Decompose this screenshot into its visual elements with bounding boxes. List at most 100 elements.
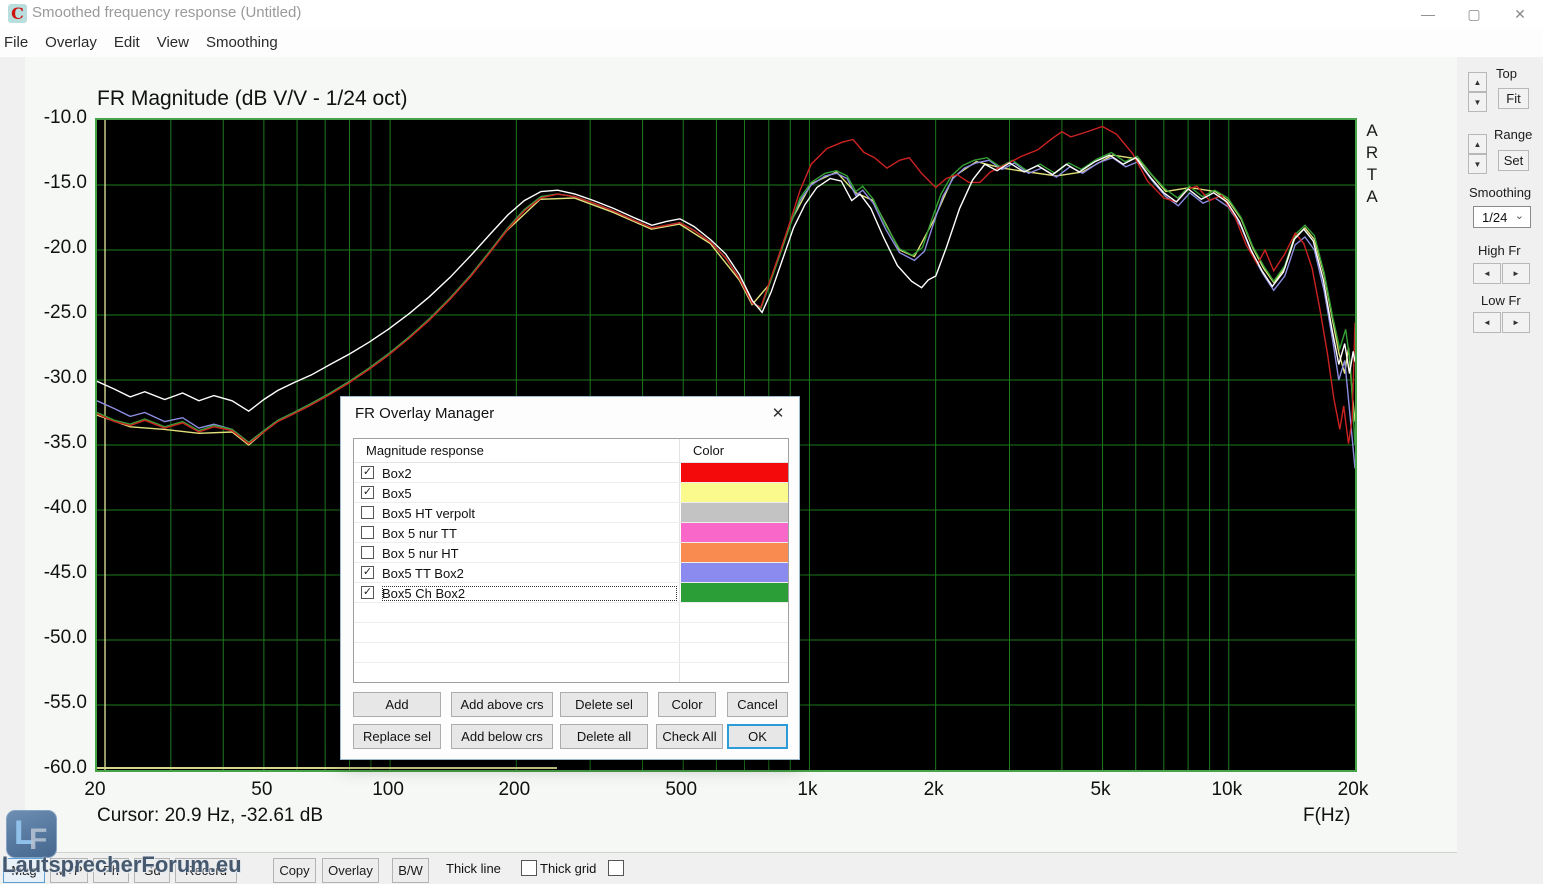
menu-item-view[interactable]: View <box>157 34 189 51</box>
app-icon: C <box>8 4 27 23</box>
overlay-row[interactable]: Box5 HT verpolt <box>354 503 788 523</box>
row-separator <box>354 682 788 683</box>
check-all-button[interactable]: Check All <box>656 724 723 749</box>
overlay-row[interactable]: ✓ Box5 <box>354 483 788 503</box>
overlay-color-swatch[interactable] <box>681 543 789 562</box>
down-arrow-icon: ▼ <box>1474 160 1482 169</box>
overlay-row[interactable]: Box 5 nur HT <box>354 543 788 563</box>
overlay-checkbox[interactable]: ✓ <box>361 486 374 499</box>
copy-button[interactable]: Copy <box>273 858 316 883</box>
overlay-row[interactable]: Box 5 nur TT <box>354 523 788 543</box>
maximize-button[interactable]: ▢ <box>1451 0 1497 28</box>
set-button[interactable]: Set <box>1498 150 1529 171</box>
overlay-checkbox[interactable] <box>361 546 374 559</box>
range-down-button[interactable]: ▼ <box>1468 154 1487 174</box>
overlay-label[interactable]: Box5 HT verpolt <box>382 506 677 521</box>
overlay-row[interactable]: ✓ Box5 TT Box2 <box>354 563 788 583</box>
top-down-button[interactable]: ▼ <box>1468 92 1487 112</box>
y-tick-label: -35.0 <box>25 432 87 454</box>
menu-item-smoothing[interactable]: Smoothing <box>206 34 278 51</box>
fr-overlay-manager-dialog: FR Overlay Manager ✕ Magnitude response … <box>340 396 800 760</box>
overlay-color-swatch[interactable] <box>681 523 789 542</box>
add-button[interactable]: Add <box>353 692 441 717</box>
overlay-list: Magnitude response Color ✓ Box2 ✓ Box5 Box5 … <box>353 438 789 683</box>
close-button[interactable]: ✕ <box>1497 0 1543 28</box>
overlay-checkbox[interactable]: ✓ <box>361 566 374 579</box>
menu-item-overlay[interactable]: Overlay <box>45 34 97 51</box>
y-tick-label: -45.0 <box>25 562 87 584</box>
thick-line-label: Thick line <box>446 861 501 876</box>
overlay-label[interactable]: Box5 Ch Box2 <box>382 586 677 601</box>
overlay-checkbox[interactable] <box>361 506 374 519</box>
menu-item-edit[interactable]: Edit <box>114 34 140 51</box>
y-tick-label: -50.0 <box>25 627 87 649</box>
bw-button[interactable]: B/W <box>392 858 429 883</box>
arta-letter: A <box>1361 186 1383 208</box>
cursor-readout: Cursor: 20.9 Hz, -32.61 dB <box>97 805 323 827</box>
up-arrow-icon: ▲ <box>1474 78 1482 87</box>
overlay-checkbox[interactable]: ✓ <box>361 586 374 599</box>
y-tick-label: -40.0 <box>25 497 87 519</box>
x-tick-label: 10k <box>1211 779 1242 801</box>
low-fr-right-button[interactable]: ► <box>1502 312 1530 333</box>
x-tick-label: 50 <box>251 779 272 801</box>
app-window: C Smoothed frequency response (Untitled)… <box>0 0 1543 884</box>
dialog-close-icon[interactable]: ✕ <box>767 403 789 423</box>
top-up-button[interactable]: ▲ <box>1468 72 1487 92</box>
overlay-label[interactable]: Box5 TT Box2 <box>382 566 677 581</box>
down-arrow-icon: ▼ <box>1474 98 1482 107</box>
delete-sel-button[interactable]: Delete sel <box>560 692 648 717</box>
high-fr-left-button[interactable]: ◄ <box>1473 263 1501 284</box>
thick-grid-checkbox[interactable] <box>608 860 624 876</box>
thick-grid-label: Thick grid <box>540 861 596 876</box>
overlay-color-swatch[interactable] <box>681 563 789 582</box>
right-arrow-icon: ► <box>1512 269 1520 278</box>
low-fr-left-button[interactable]: ◄ <box>1473 312 1501 333</box>
high-fr-right-button[interactable]: ► <box>1502 263 1530 284</box>
high-fr-label: High Fr <box>1478 243 1521 258</box>
overlay-checkbox[interactable]: ✓ <box>361 466 374 479</box>
x-tick-label: 500 <box>665 779 697 801</box>
fit-button[interactable]: Fit <box>1498 88 1529 109</box>
menu-item-file[interactable]: File <box>4 34 28 51</box>
empty-row <box>354 643 788 663</box>
overlay-label[interactable]: Box 5 nur HT <box>382 546 677 561</box>
color-button[interactable]: Color <box>658 692 716 717</box>
overlay-row[interactable]: ✓ Box2 <box>354 463 788 483</box>
minimize-button[interactable]: — <box>1405 0 1451 28</box>
ok-button[interactable]: OK <box>727 724 788 749</box>
overlay-color-swatch[interactable] <box>681 583 789 602</box>
arta-letter: R <box>1361 142 1383 164</box>
column-header-color: Color <box>693 443 724 458</box>
cancel-button[interactable]: Cancel <box>727 692 788 717</box>
empty-row <box>354 623 788 643</box>
overlay-label[interactable]: Box 5 nur TT <box>382 526 677 541</box>
range-up-button[interactable]: ▲ <box>1468 134 1487 154</box>
x-tick-label: 2k <box>924 779 944 801</box>
x-tick-label: 5k <box>1090 779 1110 801</box>
overlay-list-header: Magnitude response Color <box>354 439 788 463</box>
left-arrow-icon: ◄ <box>1483 269 1491 278</box>
watermark-text: LautsprecherForum.eu <box>2 852 242 878</box>
left-arrow-icon: ◄ <box>1483 318 1491 327</box>
overlay-label[interactable]: Box5 <box>382 486 677 501</box>
replace-sel-button[interactable]: Replace sel <box>353 724 441 749</box>
smoothing-select[interactable]: 1/24 ⌄ <box>1473 206 1531 228</box>
overlay-checkbox[interactable] <box>361 526 374 539</box>
empty-row <box>354 603 788 623</box>
thick-line-checkbox[interactable] <box>521 860 537 876</box>
lf-logo: L F <box>6 810 57 858</box>
overlay-label[interactable]: Box2 <box>382 466 677 481</box>
add-above-crs-button[interactable]: Add above crs <box>451 692 553 717</box>
x-axis-title: F(Hz) <box>1303 805 1350 827</box>
x-tick-label: 200 <box>498 779 530 801</box>
overlay-button[interactable]: Overlay <box>322 858 379 883</box>
delete-all-button[interactable]: Delete all <box>560 724 648 749</box>
up-arrow-icon: ▲ <box>1474 140 1482 149</box>
y-tick-label: -15.0 <box>25 172 87 194</box>
overlay-row[interactable]: ✓ Box5 Ch Box2 <box>354 583 788 603</box>
overlay-color-swatch[interactable] <box>681 463 789 482</box>
overlay-color-swatch[interactable] <box>681 483 789 502</box>
overlay-color-swatch[interactable] <box>681 503 789 522</box>
add-below-crs-button[interactable]: Add below crs <box>451 724 553 749</box>
